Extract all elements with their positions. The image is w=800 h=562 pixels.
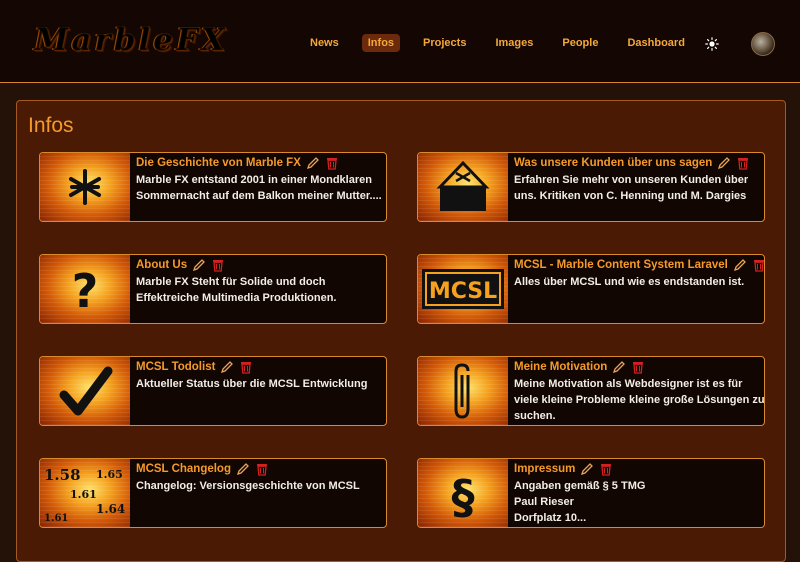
paperclip-icon <box>454 363 470 419</box>
ballot-box-icon <box>436 160 490 211</box>
card-thumbnail <box>418 357 508 425</box>
info-card[interactable]: Die Geschichte von Marble FX Marble FX e… <box>39 152 387 222</box>
card-description: Aktueller Status über die MCSL Entwicklu… <box>136 378 368 390</box>
info-card[interactable]: ? About Us Marble FX Steht für Solide un… <box>39 254 387 324</box>
card-description: Marble FX Steht für Solide und doch Effe… <box>136 276 337 304</box>
card-thumbnail: MCSL <box>418 255 508 323</box>
nav-people[interactable]: People <box>556 34 604 52</box>
card-description: Marble FX entstand 2001 in einer Mondkla… <box>136 174 382 202</box>
card-title[interactable]: About Us <box>136 259 187 271</box>
card-thumbnail <box>418 153 508 221</box>
card-thumbnail <box>40 357 130 425</box>
user-avatar[interactable] <box>751 32 775 56</box>
card-title[interactable]: MCSL - Marble Content System Laravel <box>514 259 728 271</box>
mcsl-logo: MCSL <box>422 269 504 309</box>
edit-icon[interactable] <box>220 360 234 374</box>
trash-icon[interactable] <box>752 258 765 272</box>
info-card[interactable]: § Impressum Angaben gemäß § 5 TMG Paul R… <box>417 458 765 528</box>
version-numbers-icon: 1.58 1.65 1.61 1.64 1.61 <box>44 466 125 524</box>
card-description: Angaben gemäß § 5 TMG Paul Rieser Dorfpl… <box>514 480 646 524</box>
card-thumbnail <box>40 153 130 221</box>
info-card[interactable]: 1.58 1.65 1.61 1.64 1.61 MCSL Changelog … <box>39 458 387 528</box>
trash-icon[interactable] <box>211 258 225 272</box>
svg-text:1.61: 1.61 <box>70 488 97 501</box>
edit-icon[interactable] <box>717 156 731 170</box>
info-card[interactable]: MCSL MCSL - Marble Content System Larave… <box>417 254 765 324</box>
card-title[interactable]: Was unsere Kunden über uns sagen <box>514 157 712 169</box>
card-description: Erfahren Sie mehr von unseren Kunden übe… <box>514 174 749 202</box>
sun-icon[interactable] <box>705 37 719 51</box>
main-nav: News Infos Projects Images People Dashbo… <box>304 33 708 53</box>
navbar: MarbleFX News Infos Projects Images Peop… <box>0 0 800 83</box>
svg-text:§: § <box>452 470 475 524</box>
card-description: Meine Motivation als Webdesigner ist es … <box>514 378 765 422</box>
card-title[interactable]: MCSL Todolist <box>136 361 215 373</box>
edit-icon[interactable] <box>306 156 320 170</box>
card-thumbnail: 1.58 1.65 1.61 1.64 1.61 <box>40 459 130 527</box>
nav-infos[interactable]: Infos <box>361 34 401 52</box>
page-title: Infos <box>28 114 74 137</box>
card-title[interactable]: Die Geschichte von Marble FX <box>136 157 301 169</box>
card-title[interactable]: Impressum <box>514 463 575 475</box>
asterisk-icon <box>69 169 101 205</box>
card-description: Alles über MCSL und wie es endstanden is… <box>514 276 745 288</box>
trash-icon[interactable] <box>599 462 613 476</box>
question-mark-icon: ? <box>72 264 99 318</box>
info-card[interactable]: Meine Motivation Meine Motivation als We… <box>417 356 765 426</box>
card-title[interactable]: MCSL Changelog <box>136 463 231 475</box>
edit-icon[interactable] <box>612 360 626 374</box>
trash-icon[interactable] <box>631 360 645 374</box>
nav-projects[interactable]: Projects <box>417 34 472 52</box>
svg-text:1.61: 1.61 <box>44 513 68 524</box>
edit-icon[interactable] <box>733 258 747 272</box>
edit-icon[interactable] <box>580 462 594 476</box>
card-title[interactable]: Meine Motivation <box>514 361 607 373</box>
checkmark-icon <box>59 366 113 416</box>
svg-text:1.64: 1.64 <box>96 502 125 516</box>
card-thumbnail: ? <box>40 255 130 323</box>
nav-images[interactable]: Images <box>489 34 539 52</box>
svg-text:1.58: 1.58 <box>44 466 81 484</box>
paragraph-icon: § <box>452 470 475 524</box>
trash-icon[interactable] <box>736 156 750 170</box>
edit-icon[interactable] <box>192 258 206 272</box>
info-card[interactable]: MCSL Todolist Aktueller Status über die … <box>39 356 387 426</box>
card-thumbnail: § <box>418 459 508 527</box>
svg-text:?: ? <box>72 264 99 318</box>
trash-icon[interactable] <box>325 156 339 170</box>
mcsl-logo-text: MCSL <box>429 279 497 304</box>
brand-logo[interactable]: MarbleFX <box>34 22 228 58</box>
nav-news[interactable]: News <box>304 34 345 52</box>
card-description: Changelog: Versionsgeschichte von MCSL <box>136 480 360 492</box>
trash-icon[interactable] <box>255 462 269 476</box>
edit-icon[interactable] <box>236 462 250 476</box>
nav-dashboard[interactable]: Dashboard <box>621 34 690 52</box>
info-card[interactable]: Was unsere Kunden über uns sagen Erfahre… <box>417 152 765 222</box>
trash-icon[interactable] <box>239 360 253 374</box>
svg-text:1.65: 1.65 <box>96 468 123 481</box>
